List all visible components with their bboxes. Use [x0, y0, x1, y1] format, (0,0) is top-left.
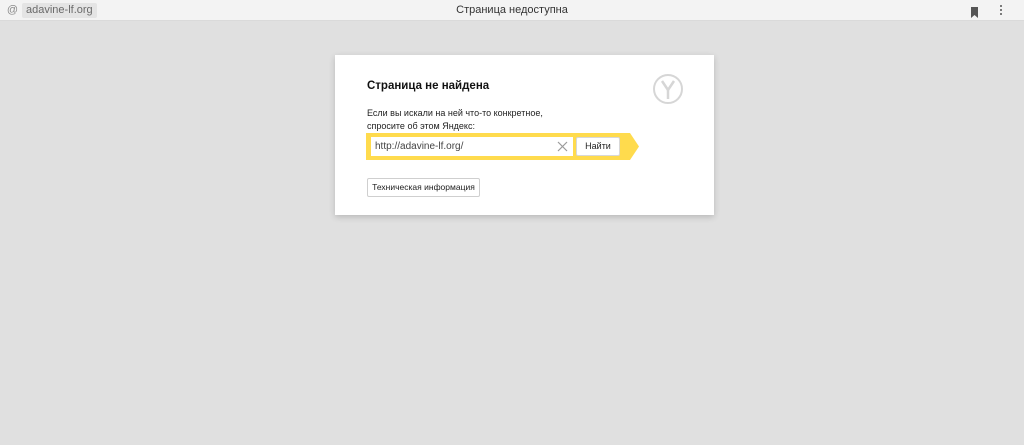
kebab-menu-icon[interactable] — [997, 4, 1005, 17]
address-bar[interactable]: adavine-lf.org — [22, 3, 97, 18]
browser-top-bar: @ adavine-lf.org Страница недоступна — [0, 0, 1024, 21]
search-button[interactable]: Найти — [576, 137, 620, 156]
search-input[interactable] — [371, 137, 573, 156]
at-icon: @ — [6, 4, 19, 16]
description-line-1: Если вы искали на ней что-то конкретное, — [367, 108, 543, 118]
error-card: Страница не найдена Если вы искали на не… — [335, 55, 714, 215]
error-title: Страница не найдена — [367, 80, 490, 92]
technical-info-button[interactable]: Техническая информация — [367, 178, 480, 197]
bookmark-icon[interactable] — [970, 5, 979, 18]
yandex-browser-logo-icon — [652, 73, 684, 105]
error-description: Если вы искали на ней что-то конкретное,… — [367, 107, 543, 133]
description-line-2: спросите об этом Яндекс: — [367, 121, 475, 131]
yandex-search-form: Найти — [366, 133, 639, 160]
clear-icon[interactable] — [557, 141, 568, 152]
page-title: Страница недоступна — [456, 4, 568, 16]
